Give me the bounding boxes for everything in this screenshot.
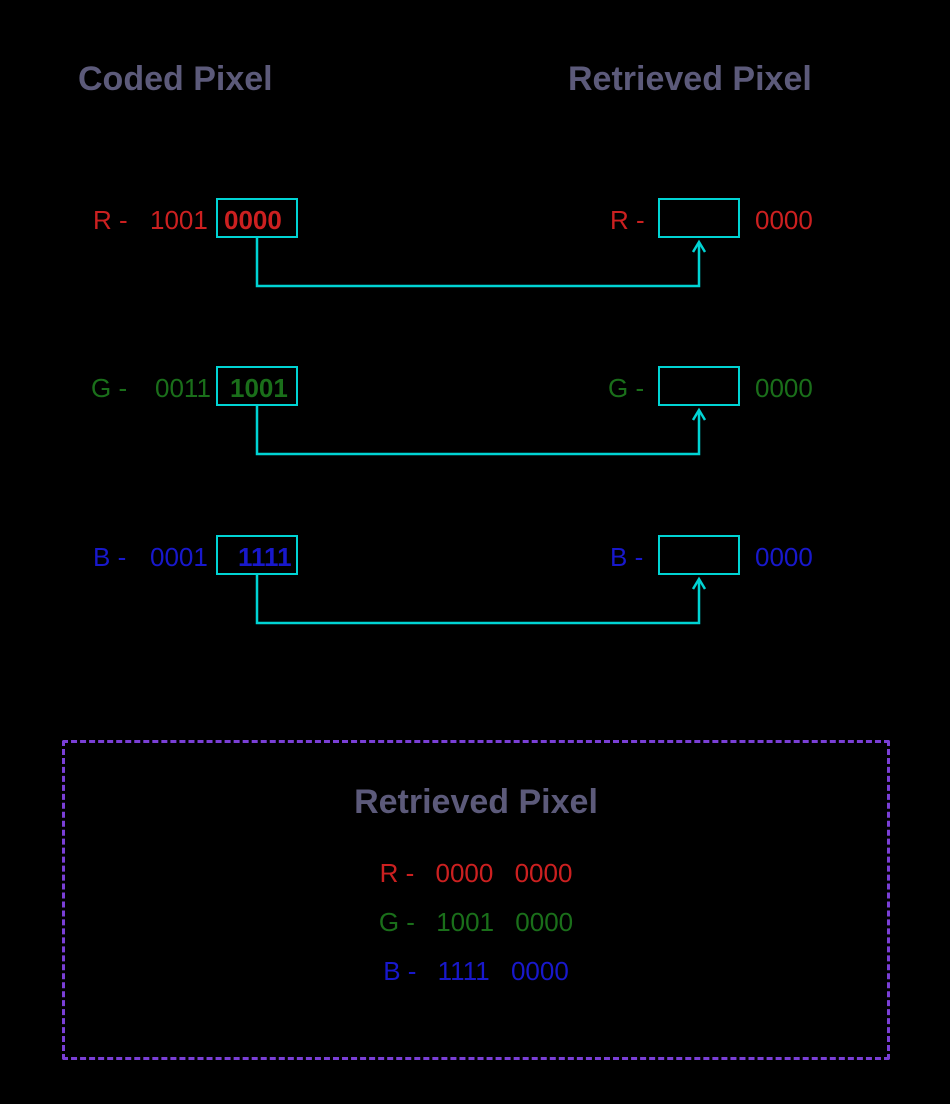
result-b-label: B - xyxy=(383,956,416,986)
label-g-left: G - xyxy=(91,373,127,404)
r-coded-high: 1001 xyxy=(150,205,208,236)
result-b-line: B - 1111 0000 xyxy=(65,956,887,987)
label-b-right: B - xyxy=(610,542,643,573)
b-coded-low: 1111 xyxy=(238,542,292,573)
g-coded-low: 1001 xyxy=(230,373,288,404)
r-retrieved-pad: 0000 xyxy=(755,205,813,236)
result-r-line: R - 0000 0000 xyxy=(65,858,887,889)
result-b-high: 1111 xyxy=(438,956,490,986)
arrow-r xyxy=(255,236,715,306)
result-g-high: 1001 xyxy=(436,907,494,937)
result-b-low: 0000 xyxy=(511,956,569,986)
box-r-retrieved-high xyxy=(658,198,740,238)
b-coded-high: 0001 xyxy=(150,542,208,573)
label-r-left: R - xyxy=(93,205,128,236)
r-coded-low: 0000 xyxy=(224,205,282,236)
box-g-retrieved-high xyxy=(658,366,740,406)
label-r-right: R - xyxy=(610,205,645,236)
b-retrieved-pad: 0000 xyxy=(755,542,813,573)
result-panel: Retrieved Pixel R - 0000 0000 G - 1001 0… xyxy=(62,740,890,1060)
arrow-g xyxy=(255,404,715,474)
g-retrieved-pad: 0000 xyxy=(755,373,813,404)
result-g-label: G - xyxy=(379,907,415,937)
result-r-low: 0000 xyxy=(515,858,573,888)
header-coded-pixel: Coded Pixel xyxy=(78,60,273,99)
result-r-label: R - xyxy=(380,858,415,888)
result-g-line: G - 1001 0000 xyxy=(65,907,887,938)
header-retrieved-pixel: Retrieved Pixel xyxy=(568,60,812,99)
result-r-high: 0000 xyxy=(435,858,493,888)
g-coded-high: 0011 xyxy=(155,373,211,404)
result-g-low: 0000 xyxy=(515,907,573,937)
box-b-retrieved-high xyxy=(658,535,740,575)
result-title: Retrieved Pixel xyxy=(65,783,887,822)
arrow-b xyxy=(255,573,715,643)
label-b-left: B - xyxy=(93,542,126,573)
label-g-right: G - xyxy=(608,373,644,404)
